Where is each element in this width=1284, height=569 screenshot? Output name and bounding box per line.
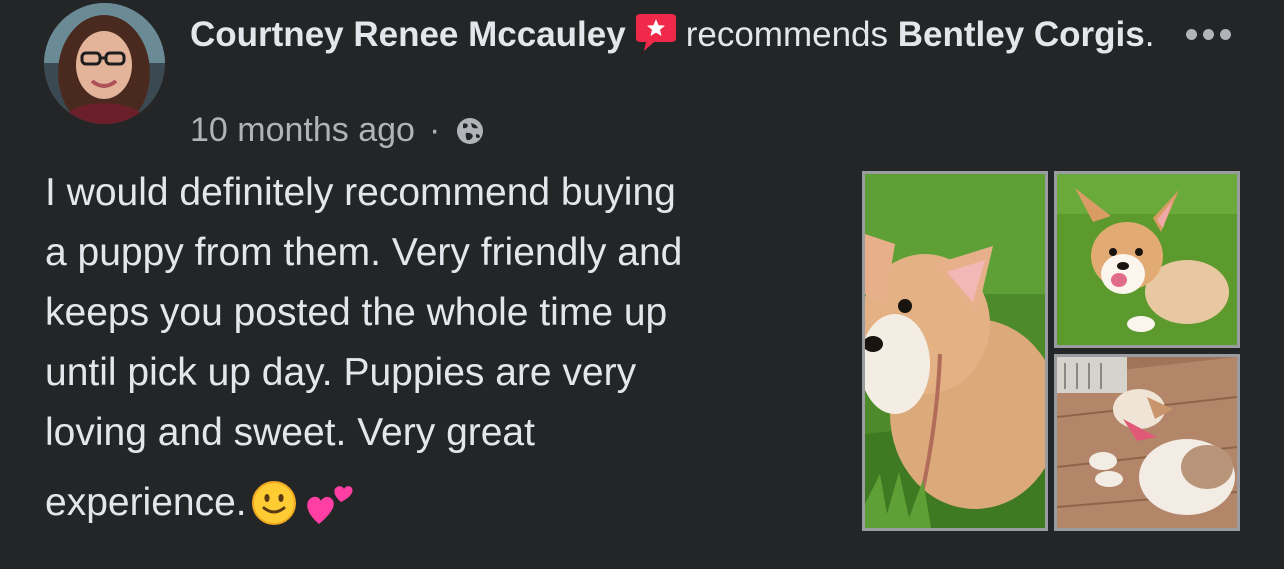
author-avatar[interactable] — [44, 3, 165, 124]
globe-icon[interactable] — [454, 114, 486, 146]
post-body-text: I would definitely recommend buying a pu… — [45, 171, 683, 454]
recommendation-post: Courtney Renee Mccauley recommends Bentl… — [0, 0, 1284, 569]
more-dot — [1219, 28, 1231, 40]
meta-separator: · — [428, 111, 441, 149]
slightly-smiling-face-emoji — [251, 481, 296, 525]
corgi-puppy-on-grass-photo[interactable] — [1054, 171, 1240, 348]
post-header: Courtney Renee Mccauley recommends Bentl… — [190, 10, 1230, 58]
more-dot — [1202, 28, 1214, 40]
author-name[interactable]: Courtney Renee Mccauley — [190, 15, 626, 54]
recommend-star-icon — [634, 10, 678, 54]
post-body-last-word: experience. — [45, 481, 247, 524]
post-timestamp[interactable]: 10 months ago — [190, 108, 415, 152]
post-meta: 10 months ago · — [190, 108, 486, 152]
page-name-suffix: . — [1144, 15, 1155, 54]
recommends-text: recommends — [685, 15, 889, 54]
more-dot — [1185, 28, 1197, 40]
avatar-image — [44, 3, 165, 124]
two-hearts-emoji — [306, 486, 353, 524]
corgi-puppy-sleeping-photo[interactable] — [1054, 354, 1240, 531]
corgi-puppy-closeup-photo[interactable] — [862, 171, 1048, 531]
post-body-last-line: experience. — [45, 473, 357, 533]
page-name-link[interactable]: Bentley Corgis — [898, 15, 1145, 54]
more-options-icon[interactable] — [1180, 22, 1236, 46]
